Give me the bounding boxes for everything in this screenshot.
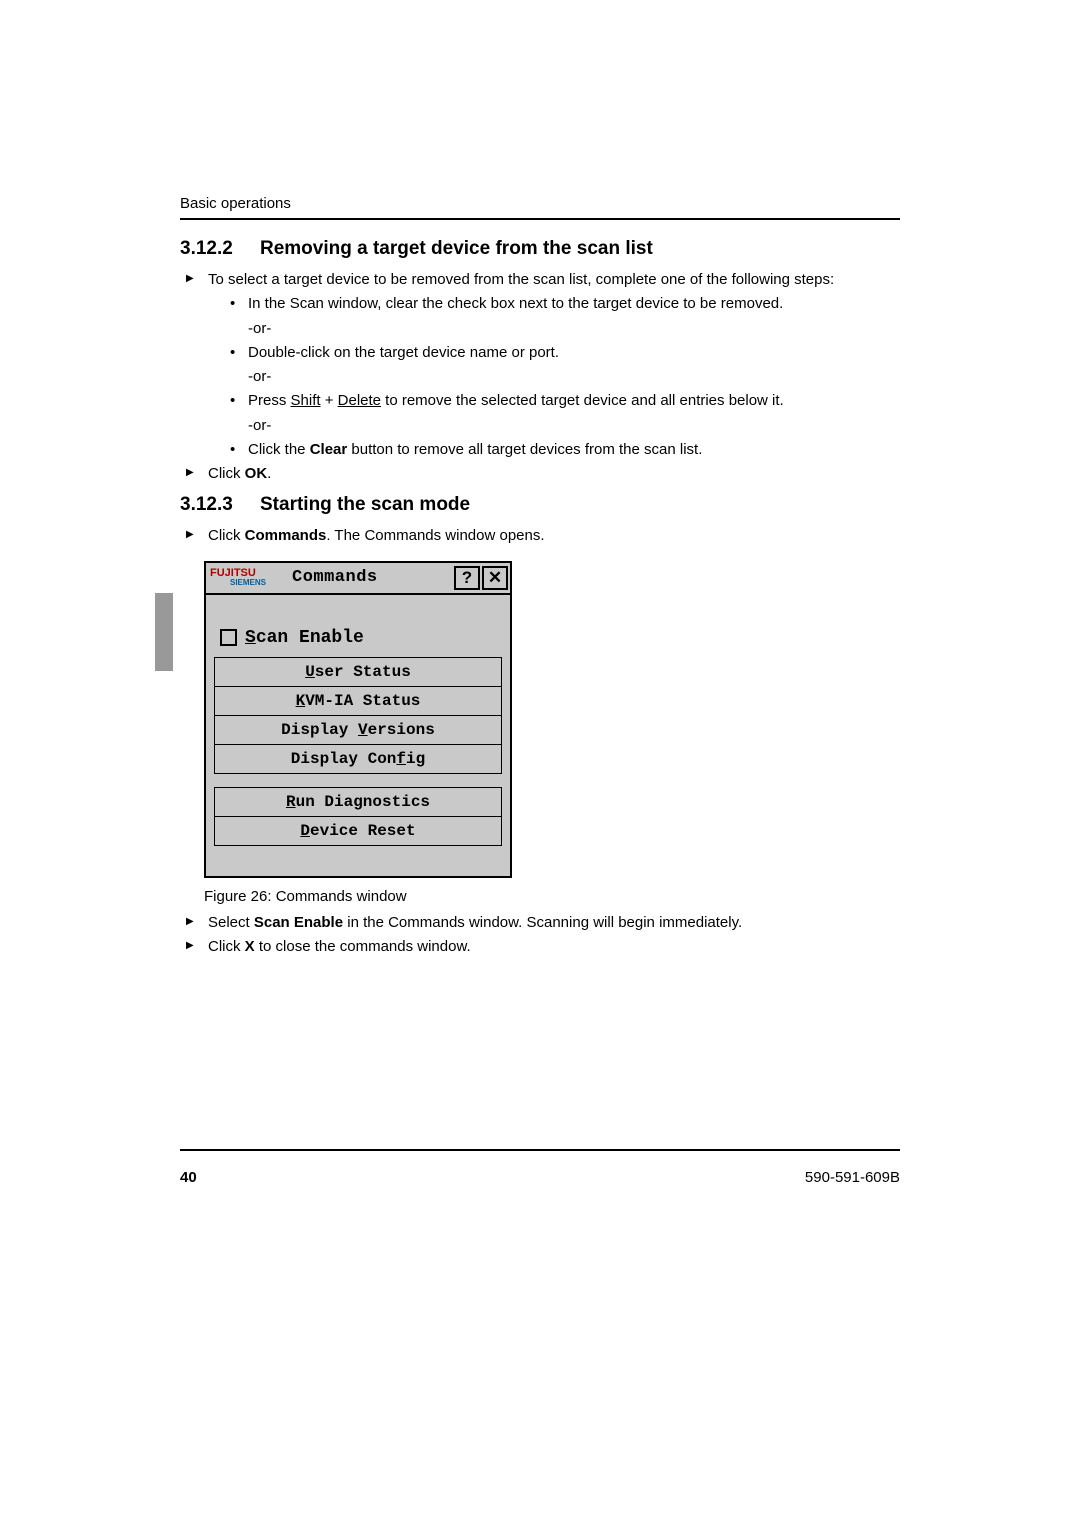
- disp-ver-a: Display: [281, 721, 358, 739]
- scan-enable-text: can Enable: [256, 628, 364, 648]
- close-button[interactable]: ✕: [482, 566, 508, 590]
- or-separator: -or-: [248, 416, 900, 436]
- x-label: X: [245, 938, 255, 955]
- help-button[interactable]: ?: [454, 566, 480, 590]
- ok-label: OK: [245, 465, 268, 482]
- heading-title: Removing a target device from the scan l…: [260, 238, 653, 259]
- bullet-dot: •: [230, 440, 235, 460]
- header-rule: [180, 218, 900, 220]
- commands-body: Scan Enable User Status KVM-IA Status Di…: [206, 595, 510, 876]
- user-status-text: ser Status: [315, 663, 411, 681]
- sub-text: In the Scan window, clear the check box …: [248, 295, 783, 312]
- heading-number: 3.12.2: [180, 238, 260, 260]
- step-text-b: .: [267, 465, 271, 482]
- scan-enable-checkbox[interactable]: [220, 629, 237, 646]
- user-status-row[interactable]: User Status: [214, 657, 502, 687]
- key-delete: Delete: [338, 392, 381, 409]
- sub-text-a: Click the: [248, 441, 310, 458]
- step-item: Select Scan Enable in the Commands windo…: [180, 913, 900, 933]
- heading-3-12-3: 3.12.3Starting the scan mode: [180, 494, 900, 516]
- step-text-b: in the Commands window. Scanning will be…: [343, 914, 742, 931]
- disp-ver-b: ersions: [368, 721, 435, 739]
- spacer: [214, 603, 502, 625]
- document-page: Basic operations 3.12.2Removing a target…: [0, 0, 1080, 1528]
- side-tab-marker: [155, 593, 173, 671]
- user-status-accel: U: [305, 663, 315, 681]
- dev-reset-accel: D: [300, 822, 310, 840]
- step-text-b: to close the commands window.: [255, 938, 471, 955]
- disp-ver-accel: V: [358, 721, 368, 739]
- step-list-3-12-3-b: Select Scan Enable in the Commands windo…: [180, 913, 900, 958]
- sub-item: • In the Scan window, clear the check box…: [208, 294, 900, 314]
- display-config-row[interactable]: Display Config: [214, 744, 502, 774]
- device-reset-row[interactable]: Device Reset: [214, 816, 502, 846]
- bullet-dot: •: [230, 343, 235, 363]
- kvm-text: VM-IA Status: [305, 692, 420, 710]
- scan-enable-label: Scan Enable: [254, 914, 343, 931]
- sub-item: • Press Shift + Delete to remove the sele…: [208, 391, 900, 411]
- sub-text-b: +: [321, 392, 338, 409]
- step-text-a: Select: [208, 914, 254, 931]
- run-diag-text: un Diagnostics: [296, 793, 430, 811]
- spacer: [214, 846, 502, 868]
- kvm-accel: K: [296, 692, 306, 710]
- sub-text-a: Press: [248, 392, 291, 409]
- run-diag-accel: R: [286, 793, 296, 811]
- step-item: Click OK.: [180, 464, 900, 484]
- step-text-b: . The Commands window opens.: [326, 527, 544, 544]
- commands-window: FUJITSU SIEMENS Commands ? ✕ Scan Enable…: [204, 561, 512, 878]
- heading-3-12-2: 3.12.2Removing a target device from the …: [180, 238, 900, 260]
- figure-caption: Figure 26: Commands window: [204, 888, 900, 905]
- step-item: To select a target device to be removed …: [180, 270, 900, 460]
- sub-text: Double-click on the target device name o…: [248, 344, 559, 361]
- disp-cfg-a: Display Con: [291, 750, 397, 768]
- or-separator: -or-: [248, 319, 900, 339]
- sub-item: • Click the Clear button to remove all ta…: [208, 440, 900, 460]
- step-item: Click X to close the commands window.: [180, 937, 900, 957]
- sub-list: • Double-click on the target device name …: [208, 343, 900, 363]
- group-gap: [214, 774, 502, 788]
- commands-title: Commands: [292, 568, 454, 587]
- figure-commands-window: FUJITSU SIEMENS Commands ? ✕ Scan Enable…: [204, 561, 900, 878]
- sub-text-b: button to remove all target devices from…: [347, 441, 702, 458]
- step-text-a: Click: [208, 527, 245, 544]
- doc-number: 590-591-609B: [805, 1169, 900, 1186]
- kvm-ia-status-row[interactable]: KVM-IA Status: [214, 686, 502, 716]
- step-text-a: Click: [208, 938, 245, 955]
- step-list-3-12-2: To select a target device to be removed …: [180, 270, 900, 484]
- sub-text-c: to remove the selected target device and…: [381, 392, 784, 409]
- bullet-dot: •: [230, 294, 235, 314]
- disp-cfg-accel: f: [396, 750, 406, 768]
- step-text-a: Click: [208, 465, 245, 482]
- display-versions-row[interactable]: Display Versions: [214, 715, 502, 745]
- bullet-dot: •: [230, 391, 235, 411]
- key-shift: Shift: [291, 392, 321, 409]
- disp-cfg-b: ig: [406, 750, 425, 768]
- clear-button-label: Clear: [310, 441, 348, 458]
- scan-enable-row[interactable]: Scan Enable: [214, 624, 502, 658]
- sub-item: • Double-click on the target device name …: [208, 343, 900, 363]
- commands-titlebar: FUJITSU SIEMENS Commands ? ✕: [206, 563, 510, 595]
- page-number: 40: [180, 1169, 197, 1186]
- sub-list: • Click the Clear button to remove all ta…: [208, 440, 900, 460]
- step-item: Click Commands. The Commands window open…: [180, 526, 900, 546]
- dev-reset-text: evice Reset: [310, 822, 416, 840]
- sub-list: • Press Shift + Delete to remove the sele…: [208, 391, 900, 411]
- run-diagnostics-row[interactable]: Run Diagnostics: [214, 787, 502, 817]
- step-list-3-12-3-a: Click Commands. The Commands window open…: [180, 526, 900, 546]
- scan-enable-accel: S: [245, 628, 256, 648]
- or-separator: -or-: [248, 367, 900, 387]
- fujitsu-siemens-logo: FUJITSU SIEMENS: [206, 563, 292, 593]
- heading-number: 3.12.3: [180, 494, 260, 516]
- footer-rule: [180, 1149, 900, 1151]
- page-footer: 40 590-591-609B: [180, 1169, 900, 1186]
- commands-label: Commands: [245, 527, 327, 544]
- heading-title: Starting the scan mode: [260, 494, 470, 515]
- step-text: To select a target device to be removed …: [208, 271, 834, 288]
- logo-siemens: SIEMENS: [210, 579, 292, 586]
- running-header: Basic operations: [180, 195, 900, 212]
- sub-list: • In the Scan window, clear the check box…: [208, 294, 900, 314]
